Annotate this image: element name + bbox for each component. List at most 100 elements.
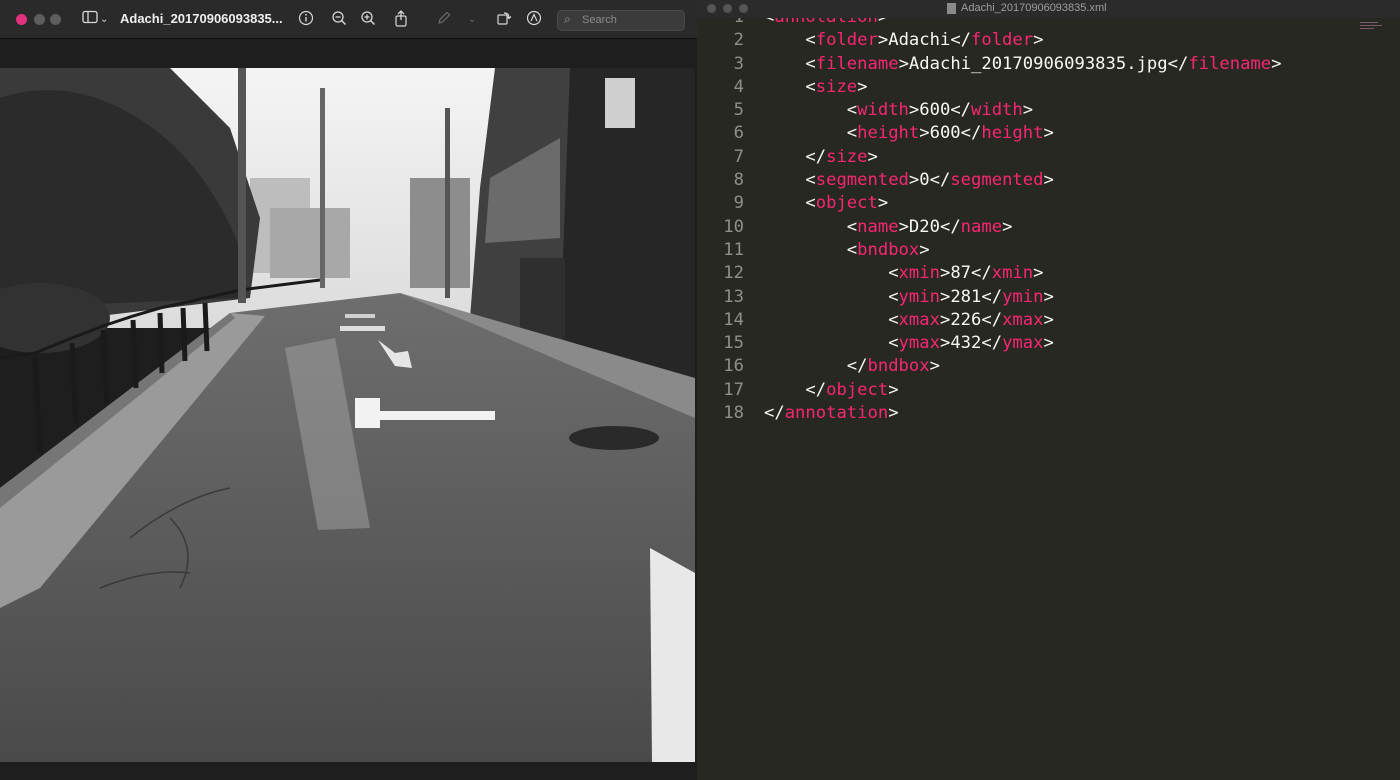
close-button[interactable] xyxy=(707,4,716,13)
xml-tag-name: segmented xyxy=(950,170,1044,191)
info-icon[interactable] xyxy=(298,10,314,30)
line-number: 13 xyxy=(723,286,744,307)
code-line[interactable]: 14 <xmax>226</xmax> xyxy=(697,309,1400,332)
code-line[interactable]: 6 <height>600</height> xyxy=(697,122,1400,145)
zoom-button[interactable] xyxy=(50,14,61,25)
tag-bracket: > xyxy=(939,263,951,284)
code-line[interactable]: 2 <folder>Adachi</folder> xyxy=(697,29,1400,52)
search-field[interactable]: ⌕ xyxy=(557,10,685,31)
tag-bracket: > xyxy=(1043,170,1054,191)
code-line[interactable]: 11 <bndbox> xyxy=(697,239,1400,262)
code-line[interactable]: 9 <object> xyxy=(697,192,1400,215)
xml-value: 432 xyxy=(950,333,982,354)
code-text: <bndbox> xyxy=(764,239,930,262)
xml-tag-name: ymax xyxy=(1002,333,1044,354)
code-line[interactable]: 13 <ymin>281</ymin> xyxy=(697,286,1400,309)
code-line[interactable]: 15 <ymax>432</ymax> xyxy=(697,332,1400,355)
code-line[interactable]: 12 <xmin>87</xmin> xyxy=(697,262,1400,285)
sidebar-icon[interactable] xyxy=(82,10,98,28)
rotate-icon[interactable] xyxy=(496,10,512,30)
tag-bracket: > xyxy=(939,309,951,330)
tag-bracket: </ xyxy=(981,309,1003,330)
xml-value: Adachi xyxy=(888,30,951,51)
markup-pen-icon[interactable] xyxy=(436,10,452,30)
code-text: <object> xyxy=(764,192,888,215)
xml-value: 600 xyxy=(919,100,951,121)
code-line[interactable]: 5 <width>600</width> xyxy=(697,99,1400,122)
tag-bracket: < xyxy=(888,286,899,307)
code-line[interactable]: 16 </bndbox> xyxy=(697,355,1400,378)
tag-bracket: < xyxy=(805,170,816,191)
tag-bracket: </ xyxy=(929,170,951,191)
line-number: 8 xyxy=(733,170,744,191)
code-area[interactable]: 1<annotation>2 <folder>Adachi</folder>3 … xyxy=(697,6,1400,425)
line-number: 3 xyxy=(733,53,744,74)
tag-bracket: </ xyxy=(805,146,827,167)
code-text: <xmin>87</xmin> xyxy=(764,262,1043,285)
tag-bracket: > xyxy=(929,356,940,377)
line-number: 11 xyxy=(723,239,744,260)
minimap[interactable] xyxy=(1360,22,1386,36)
preview-window: ⌄ Adachi_20170906093835... ⌄ ⌕ xyxy=(0,0,697,780)
tag-bracket: > xyxy=(939,286,951,307)
xml-value: 87 xyxy=(950,263,972,284)
code-line[interactable]: 7 </size> xyxy=(697,146,1400,169)
chevron-down-icon[interactable]: ⌄ xyxy=(468,11,476,29)
xml-tag-name: ymin xyxy=(1002,286,1044,307)
code-line[interactable]: 18 </annotation> xyxy=(697,402,1400,425)
tag-bracket: </ xyxy=(960,123,982,144)
search-input[interactable] xyxy=(582,12,678,28)
chevron-down-icon[interactable]: ⌄ xyxy=(100,11,108,29)
code-text: <filename>Adachi_20170906093835.jpg</fil… xyxy=(764,53,1281,76)
xml-tag-name: xmax xyxy=(898,309,940,330)
code-line[interactable]: 17 </object> xyxy=(697,379,1400,402)
xml-tag-name: filename xyxy=(1188,53,1272,74)
tag-bracket: < xyxy=(888,333,899,354)
zoom-in-icon[interactable] xyxy=(360,10,376,30)
tag-bracket: </ xyxy=(764,403,785,424)
tag-bracket: > xyxy=(857,76,868,97)
code-text: <segmented>0</segmented> xyxy=(764,169,1054,192)
tag-bracket: > xyxy=(919,123,930,144)
tag-bracket: > xyxy=(1271,53,1282,74)
minimize-button[interactable] xyxy=(34,14,45,25)
close-button[interactable] xyxy=(16,14,27,25)
xml-tag-name: name xyxy=(960,216,1003,237)
tag-bracket: > xyxy=(888,379,899,400)
editor-titlebar: Adachi_20170906093835.xml xyxy=(697,0,1400,18)
xml-value: D20 xyxy=(908,216,940,237)
xml-tag-name: bndbox xyxy=(867,356,930,377)
tag-bracket: > xyxy=(898,216,909,237)
xml-value: 600 xyxy=(929,123,961,144)
tag-bracket: < xyxy=(846,100,858,121)
zoom-button[interactable] xyxy=(739,4,748,13)
annotate-icon[interactable] xyxy=(526,10,542,30)
xml-value: 281 xyxy=(950,286,982,307)
xml-tag-name: object xyxy=(826,379,889,400)
tag-bracket: </ xyxy=(981,286,1003,307)
code-line[interactable]: 8 <segmented>0</segmented> xyxy=(697,169,1400,192)
zoom-out-icon[interactable] xyxy=(331,10,347,30)
document-image xyxy=(0,68,695,762)
xml-tag-name: ymin xyxy=(898,286,940,307)
code-line[interactable]: 3 <filename>Adachi_20170906093835.jpg</f… xyxy=(697,53,1400,76)
tag-bracket: > xyxy=(1043,286,1054,307)
tag-bracket: > xyxy=(867,146,878,167)
code-line[interactable]: 4 <size> xyxy=(697,76,1400,99)
minimize-button[interactable] xyxy=(723,4,732,13)
tag-bracket: > xyxy=(1043,309,1054,330)
xml-tag-name: width xyxy=(971,100,1023,121)
xml-tag-name: segmented xyxy=(815,170,909,191)
share-icon[interactable] xyxy=(393,10,409,31)
tag-bracket: < xyxy=(846,216,858,237)
xml-tag-name: height xyxy=(981,123,1044,144)
code-line[interactable]: 10 <name>D20</name> xyxy=(697,216,1400,239)
xml-value: 0 xyxy=(919,170,930,191)
line-number: 9 xyxy=(733,193,744,214)
